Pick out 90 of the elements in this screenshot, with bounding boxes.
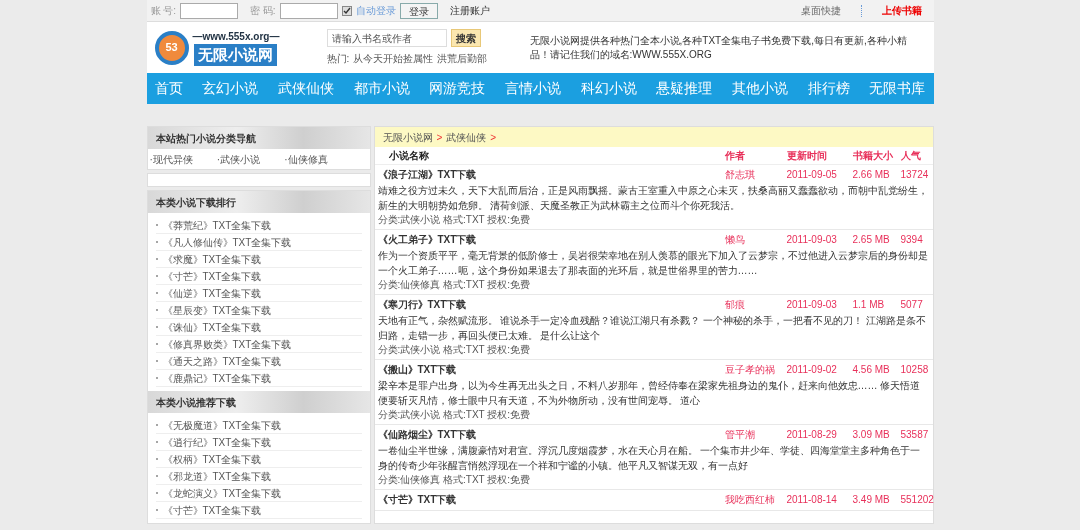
book-title-link[interactable]: 《寸芒》TXT下载 xyxy=(377,491,725,507)
book-description: 一卷仙尘半世缘，满腹豪情对君宣。浮沉几度烟霞梦，水在天心月在船。 一个集市井少年、学徒、四海堂堂主多种角色于一身的传奇少年张醒言悄然浮现在一个祥和宁谧的小镇。他平凡又智谋无双，有一点好 xyxy=(377,444,922,473)
column-header: 人气 xyxy=(900,149,922,163)
book-title-link[interactable]: 《仙路烟尘》TXT下载 xyxy=(377,426,725,442)
password-label: 密 码: xyxy=(250,4,276,18)
book-size: 4.56 MB xyxy=(852,362,891,377)
popularity-count: 5077 xyxy=(900,297,924,312)
search-field[interactable]: 请输入书名或作者 xyxy=(326,29,447,47)
book-link[interactable]: 《星辰变》TXT全集下载 xyxy=(162,302,272,318)
book-description: 天地有正气，杂然赋流形。 谁说杀手一定冷血残酷？谁说江湖只有杀戮？ 一个神秘的杀手，一把看不见的刀！ 江湖路是条不归路，走错一步，再回头便已太难。 是什么让这个 xyxy=(377,314,927,343)
logo-url: —www.555x.org— xyxy=(192,29,280,44)
book-title-link[interactable]: 《搬山》TXT下载 xyxy=(377,361,725,377)
password-input[interactable] xyxy=(279,2,338,19)
author-link[interactable]: 舒志琪 xyxy=(724,166,787,182)
author-link[interactable]: 管平潮 xyxy=(724,426,787,442)
column-header: 作者 xyxy=(724,149,746,163)
book-link[interactable]: 《求魔》TXT全集下载 xyxy=(162,251,262,267)
update-date: 2011-09-03 xyxy=(786,297,838,312)
section-header: 本站热门小说分类导航 xyxy=(147,127,370,149)
search-button[interactable]: 搜索 xyxy=(450,29,481,47)
book-size: 2.65 MB xyxy=(852,232,891,247)
update-date: 2011-08-29 xyxy=(786,427,838,442)
desktop-shortcut-link[interactable]: 桌面快捷 xyxy=(800,3,841,18)
logo-badge: 53 xyxy=(154,30,189,65)
section-header: 本类小说下载排行 xyxy=(147,191,370,213)
book-link[interactable]: 《无极魔道》TXT全集下载 xyxy=(162,417,282,433)
login-button[interactable]: 登录 xyxy=(399,2,438,19)
book-meta: 分类:仙侠修真 格式:TXT 授权:免费 xyxy=(377,278,532,292)
column-header: 小说名称 xyxy=(387,149,430,163)
register-link[interactable]: 注册账户 xyxy=(449,3,490,18)
book-size: 2.66 MB xyxy=(852,167,891,182)
account-input[interactable] xyxy=(180,2,239,19)
book-link[interactable]: 《权柄》TXT全集下载 xyxy=(162,451,262,467)
book-link[interactable]: 《寸芒》TXT全集下载 xyxy=(162,502,262,518)
book-link[interactable]: 《诛仙》TXT全集下载 xyxy=(162,319,262,335)
book-meta: 分类:武侠小说 格式:TXT 授权:免费 xyxy=(377,343,532,357)
account-label: 账 号: xyxy=(150,4,177,18)
author-link[interactable]: 我吃西红柿 xyxy=(724,491,787,507)
logo-title: 无限小说网 xyxy=(194,43,278,67)
category-link[interactable]: ·现代异侠 xyxy=(149,151,193,167)
auto-login-checkbox[interactable] xyxy=(341,5,352,16)
book-meta: 分类:仙侠修真 格式:TXT 授权:免费 xyxy=(377,473,532,487)
breadcrumb-link[interactable]: 武侠仙侠 xyxy=(446,129,487,145)
book-link[interactable]: 《修真界败类》TXT全集下载 xyxy=(162,336,292,352)
update-date: 2011-09-05 xyxy=(786,167,838,182)
popularity-count: 10258 xyxy=(900,362,930,377)
book-link[interactable]: 《仙逆》TXT全集下载 xyxy=(162,285,262,301)
site-intro: 无限小说网提供各种热门全本小说,各种TXT全集电子书免费下载,每日有更新,各种小精品！请记住我们的域名:WWW.555X.ORG xyxy=(529,33,908,62)
book-size: 3.49 MB xyxy=(852,492,891,507)
book-link[interactable]: 《龙蛇演义》TXT全集下载 xyxy=(162,485,282,501)
popularity-count: 13724 xyxy=(900,167,930,182)
hot-label: 热门: xyxy=(326,52,350,66)
book-description: 梁辛本是罪户出身，以为今生再无出头之日，不料八岁那年，曾经侍奉在梁家先祖身边的鬼仆，赶来向他效忠…… 修天悟道便要斩灭凡情，修士眼中只有天道，不为外物所动，没有世间宠辱。 道心 xyxy=(377,379,922,408)
book-link[interactable]: 《莽荒纪》TXT全集下载 xyxy=(162,217,272,233)
book-link[interactable]: 《邪龙道》TXT全集下载 xyxy=(162,468,272,484)
book-title-link[interactable]: 《火工弟子》TXT下载 xyxy=(377,231,725,247)
auto-login-label: 自动登录 xyxy=(355,4,396,18)
hot-link[interactable]: 从今天开始捡属性 xyxy=(353,51,434,66)
author-link[interactable]: 郁痕 xyxy=(724,296,787,312)
popularity-count: 53587 xyxy=(900,427,930,442)
breadcrumb-link[interactable]: 无限小说网 xyxy=(382,129,433,145)
column-header: 更新时间 xyxy=(786,149,828,163)
book-description: 靖难之役方过未久，天下大乱而后治，正是风雨飘摇。蒙古王室重入中原之心未灭，扶桑高丽又蠢蠢欲动，而朝中乱党纷生，新生的大明朝势如危卵。 清荷剑派、天魔圣教正为武林霸主之位而斗个你死我活。 xyxy=(377,184,929,213)
book-link[interactable]: 《凡人修仙传》TXT全集下载 xyxy=(162,234,292,250)
book-link[interactable]: 《寸芒》TXT全集下载 xyxy=(162,268,262,284)
book-meta: 分类:武侠小说 格式:TXT 授权:免费 xyxy=(377,213,532,227)
category-link[interactable]: ·武侠小说 xyxy=(216,151,261,167)
author-link[interactable]: 豆子孝的祸 xyxy=(724,361,787,377)
book-link[interactable]: 《逍行纪》TXT全集下载 xyxy=(162,434,272,450)
update-date: 2011-09-02 xyxy=(786,362,838,377)
category-link[interactable]: ·仙侠修真 xyxy=(284,151,328,167)
book-description: 作为一个资质平平，毫无背景的低阶修士，吴岩很荣幸地在别人羡慕的眼光下加入了云梦宗，不过他进入云梦宗后的身份却是一个火工弟子……呃，这个身份如果退去了那表面的光环后，就是世俗界里的苦力…… xyxy=(377,249,929,278)
hot-link[interactable]: 洪荒后勤部 xyxy=(437,51,488,66)
update-date: 2011-08-14 xyxy=(786,492,838,507)
book-meta: 分类:武侠小说 格式:TXT 授权:免费 xyxy=(377,408,532,422)
upload-link[interactable]: 上传书籍 xyxy=(881,3,922,18)
book-link[interactable]: 《鹿鼎记》TXT全集下载 xyxy=(162,370,272,386)
breadcrumb-separator: > xyxy=(436,130,443,145)
book-title-link[interactable]: 《浪子江湖》TXT下载 xyxy=(377,166,725,182)
breadcrumb-separator: > xyxy=(490,130,497,145)
column-header: 书籍大小 xyxy=(852,149,894,163)
author-link[interactable]: 懒鸟 xyxy=(724,231,787,247)
section-header: 本类小说推荐下载 xyxy=(147,391,370,413)
book-title-link[interactable]: 《寒刀行》TXT下载 xyxy=(377,296,725,312)
popularity-count: 9394 xyxy=(900,232,924,247)
book-size: 1.1 MB xyxy=(852,297,886,312)
popularity-count: 551202 xyxy=(900,492,934,507)
book-link[interactable]: 《通天之路》TXT全集下载 xyxy=(162,353,282,369)
update-date: 2011-09-03 xyxy=(786,232,838,247)
book-size: 3.09 MB xyxy=(852,427,891,442)
